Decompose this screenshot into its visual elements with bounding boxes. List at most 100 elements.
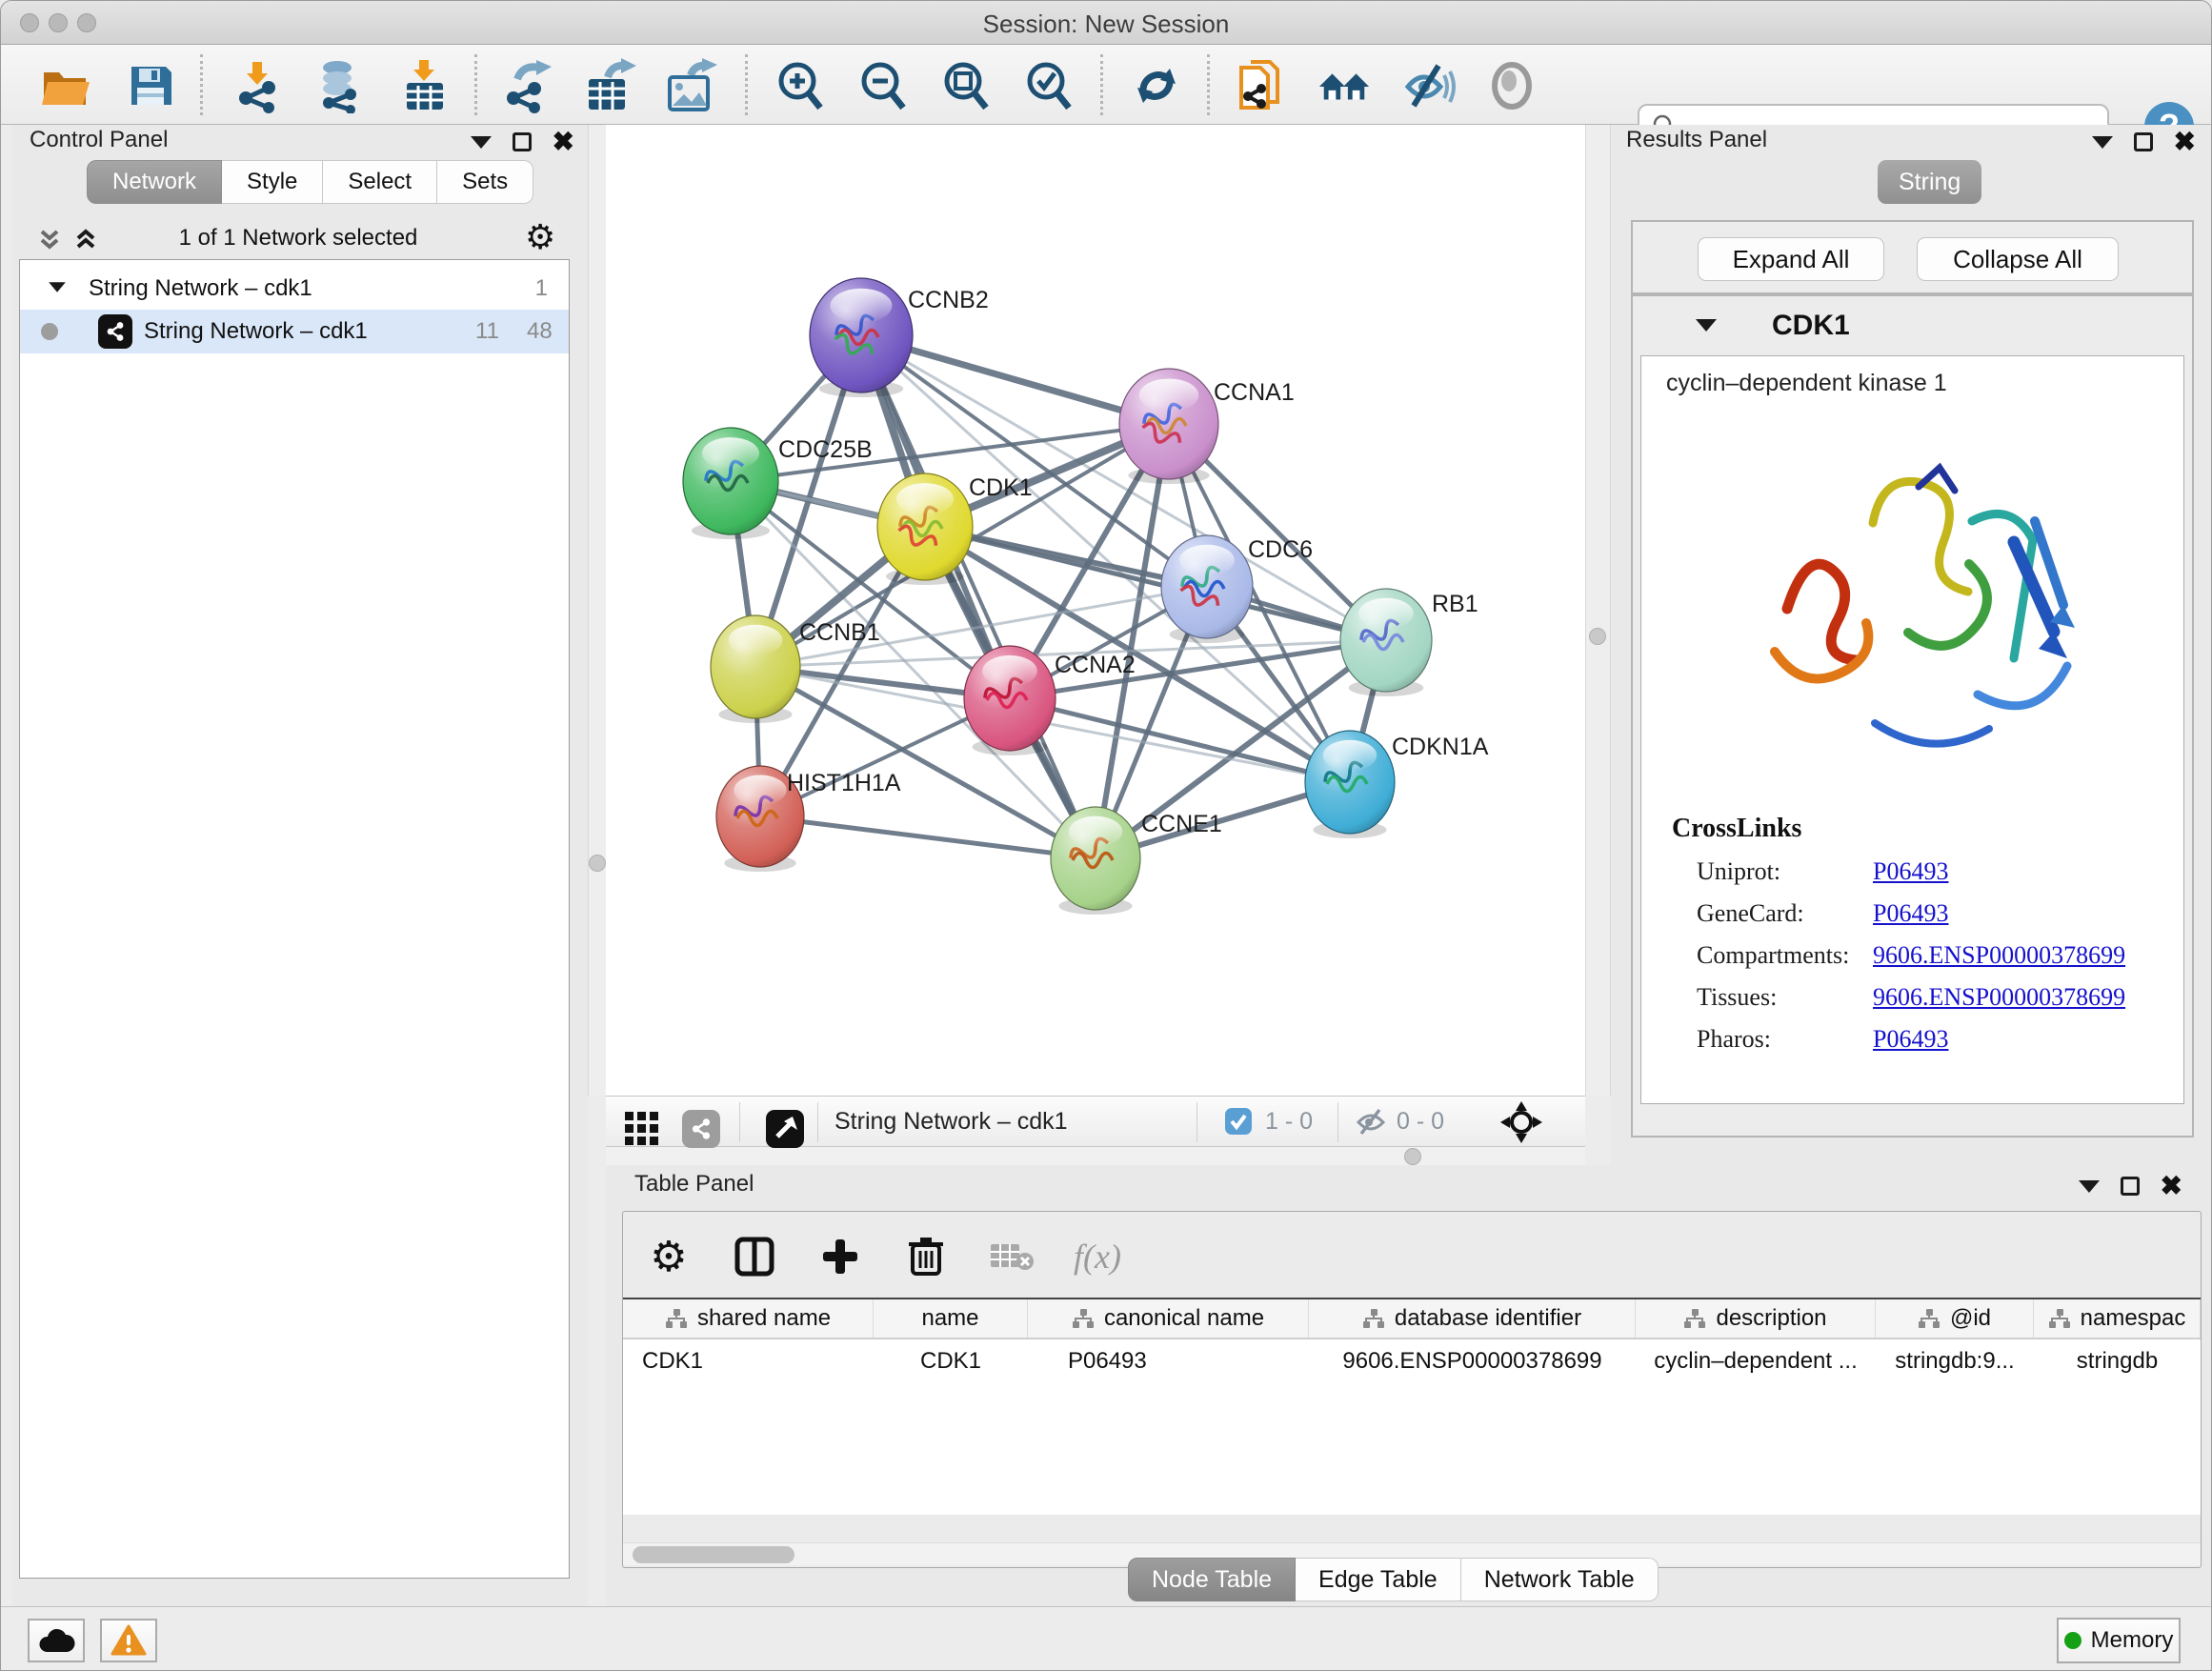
crosslink-link[interactable]: P06493 [1873, 1025, 1948, 1054]
string-network-graph[interactable]: CCNB2CCNA1CDC25BCDK1CDC6RB1CCNB1CCNA2CDK… [606, 125, 1585, 1096]
tab-string[interactable]: String [1878, 160, 1981, 204]
import-network-file-button[interactable] [231, 58, 286, 113]
table-cell[interactable]: stringdb:9... [1876, 1339, 2034, 1383]
cloud-status-button[interactable] [28, 1619, 85, 1662]
network-node-ccnb2[interactable] [810, 278, 913, 393]
network-node-ccnb1[interactable] [711, 615, 800, 718]
column-header-database-identifier[interactable]: database identifier [1309, 1299, 1636, 1338]
open-in-window-icon[interactable] [758, 1102, 812, 1156]
expand-all-button[interactable]: Expand All [1698, 237, 1884, 281]
table-cell[interactable]: CDK1 [623, 1339, 874, 1383]
function-builder-icon[interactable]: f(x) [1071, 1230, 1124, 1283]
network-node-ccna2[interactable] [964, 646, 1056, 751]
table-cell[interactable]: cyclin–dependent ... [1636, 1339, 1876, 1383]
export-table-button[interactable] [581, 58, 636, 113]
open-session-button[interactable] [37, 58, 92, 113]
column-header-shared-name[interactable]: shared name [623, 1299, 874, 1338]
expand-all-icon[interactable] [71, 226, 100, 254]
fit-content-crosshair-icon[interactable] [1499, 1100, 1543, 1149]
close-panel-icon[interactable]: ✖ [2161, 1177, 2182, 1196]
network-node-cdk1[interactable] [877, 473, 973, 580]
network-share-icon[interactable] [674, 1102, 728, 1156]
splitter-handle[interactable] [1404, 1148, 1421, 1165]
tab-style[interactable]: Style [222, 160, 323, 204]
splitter-handle[interactable] [1589, 628, 1606, 645]
table-cell[interactable]: stringdb [2034, 1339, 2201, 1383]
home-layout-button[interactable] [1317, 58, 1372, 113]
column-header-description[interactable]: description [1636, 1299, 1876, 1338]
column-header-canonical-name[interactable]: canonical name [1028, 1299, 1309, 1338]
hide-panels-button[interactable] [1400, 58, 1456, 113]
string-import-button[interactable] [1232, 58, 1287, 113]
zoom-selected-button[interactable] [1021, 58, 1076, 113]
table-cell[interactable]: P06493 [1028, 1339, 1309, 1383]
crosslink-link[interactable]: 9606.ENSP00000378699 [1873, 983, 2125, 1012]
left-splitter[interactable] [588, 125, 606, 1096]
node-entry-header[interactable]: CDK1 [1633, 296, 2192, 355]
network-edge[interactable] [760, 816, 1096, 858]
close-panel-icon[interactable]: ✖ [2174, 132, 2196, 151]
maximize-panel-icon[interactable] [2134, 132, 2153, 151]
bottom-splitter[interactable] [606, 1147, 1585, 1165]
float-panel-icon[interactable] [2079, 1180, 2100, 1193]
right-splitter[interactable] [1585, 125, 1611, 1096]
network-node-rb1[interactable] [1340, 589, 1432, 692]
zoom-out-button[interactable] [855, 58, 911, 113]
warnings-button[interactable] [100, 1619, 157, 1662]
table-row[interactable]: CDK1CDK1P064939606.ENSP00000378699cyclin… [623, 1339, 2201, 1383]
splitter-handle[interactable] [589, 855, 606, 872]
network-collection-row[interactable]: String Network – cdk1 1 [20, 268, 569, 310]
tab-sets[interactable]: Sets [437, 160, 533, 204]
grid-view-icon[interactable] [615, 1102, 669, 1156]
network-node-ccne1[interactable] [1051, 807, 1140, 910]
selected-checkbox-icon[interactable] [1223, 1106, 1254, 1141]
network-options-gear-icon[interactable]: ⚙ [525, 220, 555, 254]
network-node-ccna1[interactable] [1119, 369, 1218, 479]
float-panel-icon[interactable] [2092, 136, 2113, 149]
tab-select[interactable]: Select [323, 160, 437, 204]
column-header--id[interactable]: @id [1876, 1299, 2034, 1338]
zoom-fit-button[interactable] [938, 58, 994, 113]
import-table-file-button[interactable] [397, 58, 452, 113]
network-node-cdkn1a[interactable] [1305, 731, 1395, 834]
zoom-in-button[interactable] [773, 58, 828, 113]
create-column-plus-icon[interactable] [814, 1230, 867, 1283]
tab-edge-table[interactable]: Edge Table [1296, 1558, 1461, 1601]
crosslink-link[interactable]: P06493 [1873, 899, 1948, 928]
delete-column-trash-icon[interactable] [899, 1230, 953, 1283]
memory-button[interactable]: Memory [2057, 1618, 2181, 1663]
save-session-button[interactable] [123, 58, 178, 113]
import-network-database-button[interactable] [312, 58, 367, 113]
export-image-button[interactable] [662, 58, 717, 113]
table-cell[interactable]: CDK1 [874, 1339, 1028, 1383]
network-node-cdc6[interactable] [1161, 535, 1253, 638]
collapse-all-icon[interactable] [35, 226, 64, 254]
column-header-namespac[interactable]: namespac [2034, 1299, 2201, 1338]
entry-caret-icon[interactable] [1696, 319, 1717, 332]
collapse-all-button[interactable]: Collapse All [1917, 237, 2119, 281]
tab-network[interactable]: Network [87, 160, 222, 204]
node-table[interactable]: shared namenamecanonical namedatabase id… [623, 1298, 2201, 1515]
collection-caret-icon[interactable] [49, 282, 66, 292]
close-panel-icon[interactable]: ✖ [553, 132, 574, 151]
scrollbar-thumb[interactable] [633, 1546, 794, 1563]
show-panel-button[interactable] [1484, 58, 1539, 113]
table-cell[interactable]: 9606.ENSP00000378699 [1309, 1339, 1636, 1383]
maximize-panel-icon[interactable] [513, 132, 532, 151]
delete-table-icon[interactable] [985, 1230, 1038, 1283]
network-row[interactable]: String Network – cdk1 11 48 [20, 310, 569, 353]
column-settings-gear-icon[interactable]: ⚙ [642, 1230, 695, 1283]
tab-node-table[interactable]: Node Table [1128, 1558, 1296, 1601]
hidden-eye-slash-icon[interactable] [1355, 1106, 1387, 1143]
crosslink-link[interactable]: P06493 [1873, 857, 1948, 886]
tab-network-table[interactable]: Network Table [1461, 1558, 1659, 1601]
network-canvas[interactable]: CCNB2CCNA1CDC25BCDK1CDC6RB1CCNB1CCNA2CDK… [606, 125, 1585, 1096]
crosslink-link[interactable]: 9606.ENSP00000378699 [1873, 941, 2125, 970]
network-node-cdc25b[interactable] [683, 428, 778, 534]
show-columns-icon[interactable] [728, 1230, 781, 1283]
export-network-button[interactable] [500, 58, 555, 113]
column-header-name[interactable]: name [874, 1299, 1028, 1338]
float-panel-icon[interactable] [471, 136, 492, 149]
maximize-panel-icon[interactable] [2121, 1177, 2140, 1196]
refresh-button[interactable] [1129, 58, 1184, 113]
